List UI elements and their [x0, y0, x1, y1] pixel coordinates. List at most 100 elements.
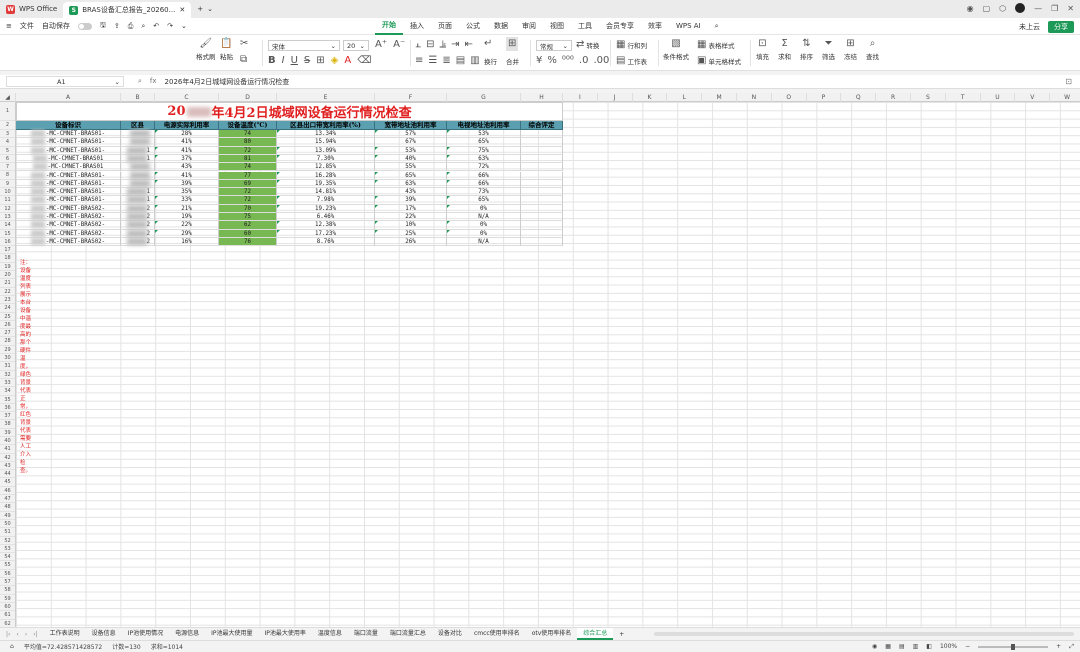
- layout-icon[interactable]: ▢: [983, 4, 991, 13]
- tab-data[interactable]: 数据: [487, 18, 515, 35]
- header-tv-pool[interactable]: 电视地址池利用率: [447, 121, 521, 130]
- cell-region[interactable]: 1: [121, 196, 155, 205]
- header-device[interactable]: 设备标识: [16, 121, 121, 130]
- cell-tvpool[interactable]: 72%: [447, 163, 521, 172]
- cell-tvpool[interactable]: 0%: [447, 204, 521, 213]
- cell-rating[interactable]: [521, 171, 563, 180]
- ai-icon[interactable]: ◉: [967, 4, 974, 13]
- cloud-status[interactable]: 未上云: [1019, 22, 1040, 32]
- row-header-41[interactable]: 41: [0, 445, 15, 454]
- font-size-select[interactable]: 20 ⌄: [343, 40, 369, 51]
- cell-device[interactable]: -MC-CMNET-BRAS01: [16, 154, 121, 164]
- cell-tvpool[interactable]: 0%: [447, 221, 521, 230]
- sum-button[interactable]: Σ 求和: [778, 39, 791, 62]
- cell-temp[interactable]: 69: [219, 179, 277, 189]
- underline-icon[interactable]: U: [291, 56, 298, 66]
- cell-bbpool[interactable]: 65%: [375, 171, 447, 180]
- cell-bbpool[interactable]: 22%: [375, 213, 447, 222]
- fill-color-icon[interactable]: ◈: [331, 56, 339, 66]
- row-header-21[interactable]: 21: [0, 279, 15, 288]
- italic-icon[interactable]: I: [282, 56, 285, 66]
- cell-bbpool[interactable]: 53%: [375, 146, 447, 155]
- cond-format-button[interactable]: ▧ 条件格式: [663, 39, 689, 62]
- tab-review[interactable]: 审阅: [515, 18, 543, 35]
- row-header-19[interactable]: 19: [0, 263, 15, 272]
- column-header-t[interactable]: T: [946, 93, 981, 102]
- cell-bw[interactable]: 19.23%: [277, 204, 375, 213]
- preview-icon[interactable]: ⌕: [141, 22, 145, 31]
- cell-rating[interactable]: [521, 138, 563, 147]
- row-header-52[interactable]: 52: [0, 537, 15, 545]
- redo-icon[interactable]: ↷: [167, 22, 173, 30]
- restore-icon[interactable]: ❐: [1051, 4, 1058, 13]
- cell-device[interactable]: -MC-CMNET-BRAS01-: [16, 171, 121, 180]
- column-header-j[interactable]: J: [598, 93, 633, 102]
- prev-sheet-icon[interactable]: ‹: [16, 631, 18, 638]
- formula-input[interactable]: 2026年4月2日城域网设备运行情况检查: [165, 77, 290, 87]
- column-header-u[interactable]: U: [981, 93, 1016, 102]
- row-header-10[interactable]: 10: [0, 188, 15, 197]
- header-temp[interactable]: 设备温度(℃): [219, 121, 277, 130]
- zoom-value[interactable]: 100%: [940, 643, 957, 650]
- tab-formula[interactable]: 公式: [459, 18, 487, 35]
- sort-button[interactable]: ⇅ 排序: [800, 39, 813, 62]
- cell-device[interactable]: -MC-CMNET-BRAS02-: [16, 221, 121, 230]
- search-icon[interactable]: ⌕: [708, 18, 726, 35]
- row-header-44[interactable]: 44: [0, 470, 15, 479]
- column-header-n[interactable]: N: [737, 93, 772, 102]
- row-header-20[interactable]: 20: [0, 271, 15, 280]
- add-sheet-icon[interactable]: +: [613, 631, 630, 638]
- font-name-select[interactable]: 宋体 ⌄: [268, 40, 340, 51]
- row-header-28[interactable]: 28: [0, 337, 15, 346]
- decrease-font-icon[interactable]: A⁻: [393, 40, 405, 50]
- export-icon[interactable]: ⇪: [114, 22, 120, 30]
- column-header-h[interactable]: H: [521, 93, 563, 102]
- column-header-b[interactable]: B: [121, 93, 155, 102]
- print-icon[interactable]: ⎙: [128, 22, 134, 31]
- cell-rating[interactable]: [521, 154, 563, 164]
- column-header-d[interactable]: D: [219, 93, 277, 102]
- cell-region[interactable]: [121, 179, 155, 189]
- cell-power[interactable]: 41%: [155, 171, 219, 180]
- cell-rating[interactable]: [521, 237, 563, 247]
- paste-button[interactable]: 📋 粘贴: [220, 39, 233, 62]
- cell-power[interactable]: 33%: [155, 196, 219, 205]
- merge-button[interactable]: ⊞: [506, 37, 519, 51]
- cell-bbpool[interactable]: 67%: [375, 138, 447, 147]
- row-header-27[interactable]: 27: [0, 329, 15, 338]
- cell-tvpool[interactable]: 66%: [447, 179, 521, 189]
- increase-font-icon[interactable]: A⁺: [375, 40, 387, 50]
- sheet-tab[interactable]: 设备信息: [86, 628, 122, 640]
- cell-rating[interactable]: [521, 196, 563, 205]
- row-header-25[interactable]: 25: [0, 313, 15, 321]
- row-header-39[interactable]: 39: [0, 429, 15, 437]
- strikethrough-icon[interactable]: S̶: [304, 56, 310, 66]
- cell-bw[interactable]: 15.94%: [277, 138, 375, 147]
- cell-tvpool[interactable]: 0%: [447, 229, 521, 238]
- sheet-tab[interactable]: 电源信息: [169, 628, 205, 640]
- cell-tvpool[interactable]: 75%: [447, 146, 521, 155]
- sheet-area[interactable]: ◢ ABCDEFGHIJKLMNOPQRSTUVW 1 2 3 4 5 6 7 8 9 10 11 1…: [0, 93, 1080, 627]
- row-header-7[interactable]: 7: [0, 163, 15, 172]
- tab-view[interactable]: 视图: [543, 18, 571, 35]
- avatar[interactable]: [1015, 3, 1026, 13]
- cell-bw[interactable]: 12.38%: [277, 221, 375, 230]
- first-sheet-icon[interactable]: |‹: [6, 631, 10, 638]
- percent-icon[interactable]: %: [547, 56, 557, 66]
- cell-bw[interactable]: 7.30%: [277, 154, 375, 164]
- row-col-button[interactable]: ▦ 行和列: [616, 40, 647, 51]
- row-header-6[interactable]: 6: [0, 155, 15, 164]
- row-header-13[interactable]: 13: [0, 213, 15, 222]
- row-header-18[interactable]: 18: [0, 254, 15, 263]
- cell-region[interactable]: [121, 163, 155, 172]
- wrap-label-button[interactable]: 换行: [484, 56, 497, 66]
- sheet-tab[interactable]: IP池最大使用量: [205, 628, 258, 640]
- report-title[interactable]: 20 年4月2日城域网设备运行情况检查: [16, 102, 563, 121]
- row-header-11[interactable]: 11: [0, 196, 15, 205]
- cell-bbpool[interactable]: 63%: [375, 179, 447, 189]
- cell-style-button[interactable]: ▣ 单元格样式: [697, 56, 741, 67]
- cell-power[interactable]: 43%: [155, 163, 219, 172]
- cell-rating[interactable]: [521, 179, 563, 189]
- cell-rating[interactable]: [521, 229, 563, 238]
- column-header-k[interactable]: K: [633, 93, 668, 102]
